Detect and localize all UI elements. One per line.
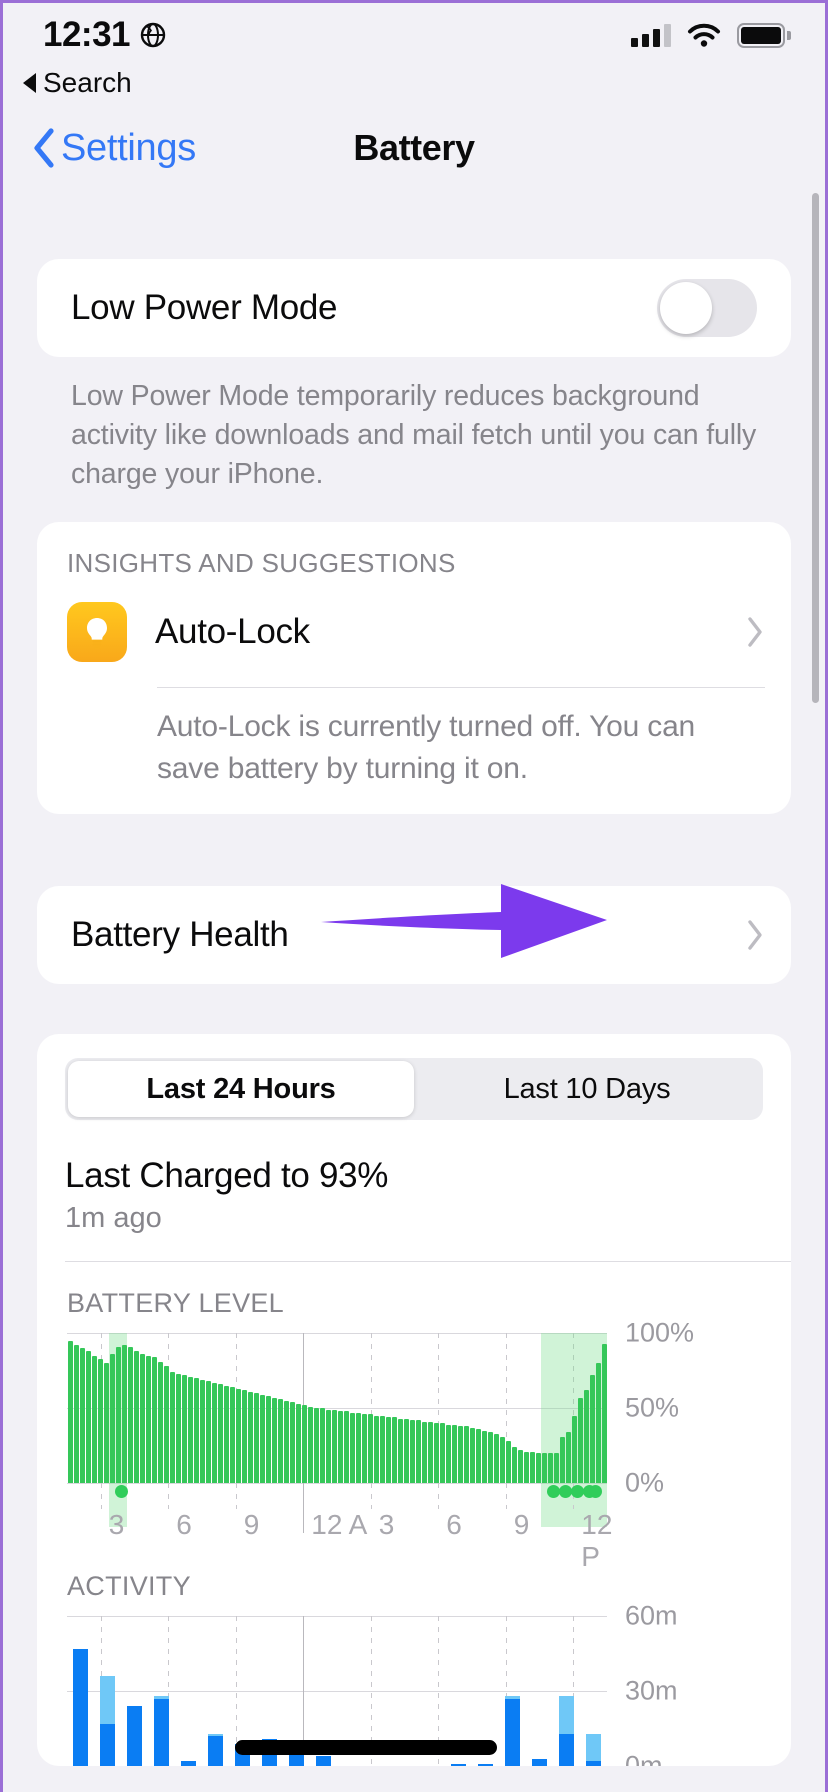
low-power-mode-toggle[interactable] <box>657 279 757 337</box>
segment-last-10-days[interactable]: Last 10 Days <box>414 1061 760 1117</box>
battery-level-chart[interactable]: 100% 50% 0% <box>37 1317 791 1528</box>
battery-health-row[interactable]: Battery Health <box>37 884 791 984</box>
chevron-left-icon <box>29 126 59 170</box>
redaction-bar <box>235 1740 497 1755</box>
back-button[interactable]: Settings <box>29 126 196 170</box>
battery-level-y-axis: 100% 50% 0% <box>625 1317 695 1498</box>
battery-level-header: BATTERY LEVEL <box>67 1288 284 1319</box>
battery-usage-card: Last 24 Hours Last 10 Days Last Charged … <box>37 1034 791 1767</box>
phone-screen: 12:31 Search Settings Battery Low Power … <box>0 0 828 1792</box>
back-to-app-label: Search <box>43 67 132 98</box>
insight-label: Auto-Lock <box>155 612 310 652</box>
status-bar-right <box>631 22 791 48</box>
status-bar-time: 12:31 <box>43 15 131 54</box>
page-scrollbar[interactable] <box>812 193 819 703</box>
low-power-mode-card: Low Power Mode <box>37 259 791 357</box>
last-charged-subtitle: 1m ago <box>65 1202 162 1235</box>
insights-card: INSIGHTS AND SUGGESTIONS Auto-Lock Auto-… <box>37 522 791 815</box>
battery-health-card: Battery Health <box>37 884 791 985</box>
low-power-mode-footnote: Low Power Mode temporarily reduces backg… <box>71 380 757 491</box>
navigation-bar: Settings Battery <box>3 105 825 191</box>
activity-header: ACTIVITY <box>67 1571 191 1602</box>
activity-y-axis: 60m 30m 0m <box>625 1600 678 1767</box>
last-charged-title: Last Charged to 93% <box>65 1156 389 1196</box>
chevron-right-icon <box>745 615 765 649</box>
battery-health-label: Battery Health <box>71 915 289 955</box>
wifi-icon <box>687 22 721 48</box>
cellular-signal-icon <box>631 23 671 47</box>
status-bar-left: 12:31 <box>43 15 166 55</box>
low-power-mode-row[interactable]: Low Power Mode <box>37 259 791 357</box>
back-button-label: Settings <box>61 126 196 169</box>
insight-row-auto-lock[interactable]: Auto-Lock <box>37 597 791 667</box>
chevron-right-icon <box>745 918 765 952</box>
insight-description: Auto-Lock is currently turned off. You c… <box>157 710 696 786</box>
low-power-mode-label: Low Power Mode <box>71 288 338 327</box>
time-range-segmented-control[interactable]: Last 24 Hours Last 10 Days <box>65 1058 763 1121</box>
battery-level-plot <box>67 1333 607 1528</box>
back-to-app-link[interactable]: Search <box>3 67 825 105</box>
insights-header: INSIGHTS AND SUGGESTIONS <box>67 548 456 579</box>
battery-icon <box>737 22 791 48</box>
status-bar: 12:31 <box>3 3 825 67</box>
battery-level-x-axis: 3 6 9 12 A 3 6 9 12 P <box>67 1483 612 1572</box>
settings-list: Low Power Mode Low Power Mode temporaril… <box>3 191 825 1767</box>
lightbulb-icon <box>67 602 127 663</box>
back-triangle-icon <box>23 73 36 93</box>
globe-icon <box>140 22 166 48</box>
segment-last-24-hours[interactable]: Last 24 Hours <box>68 1061 414 1118</box>
